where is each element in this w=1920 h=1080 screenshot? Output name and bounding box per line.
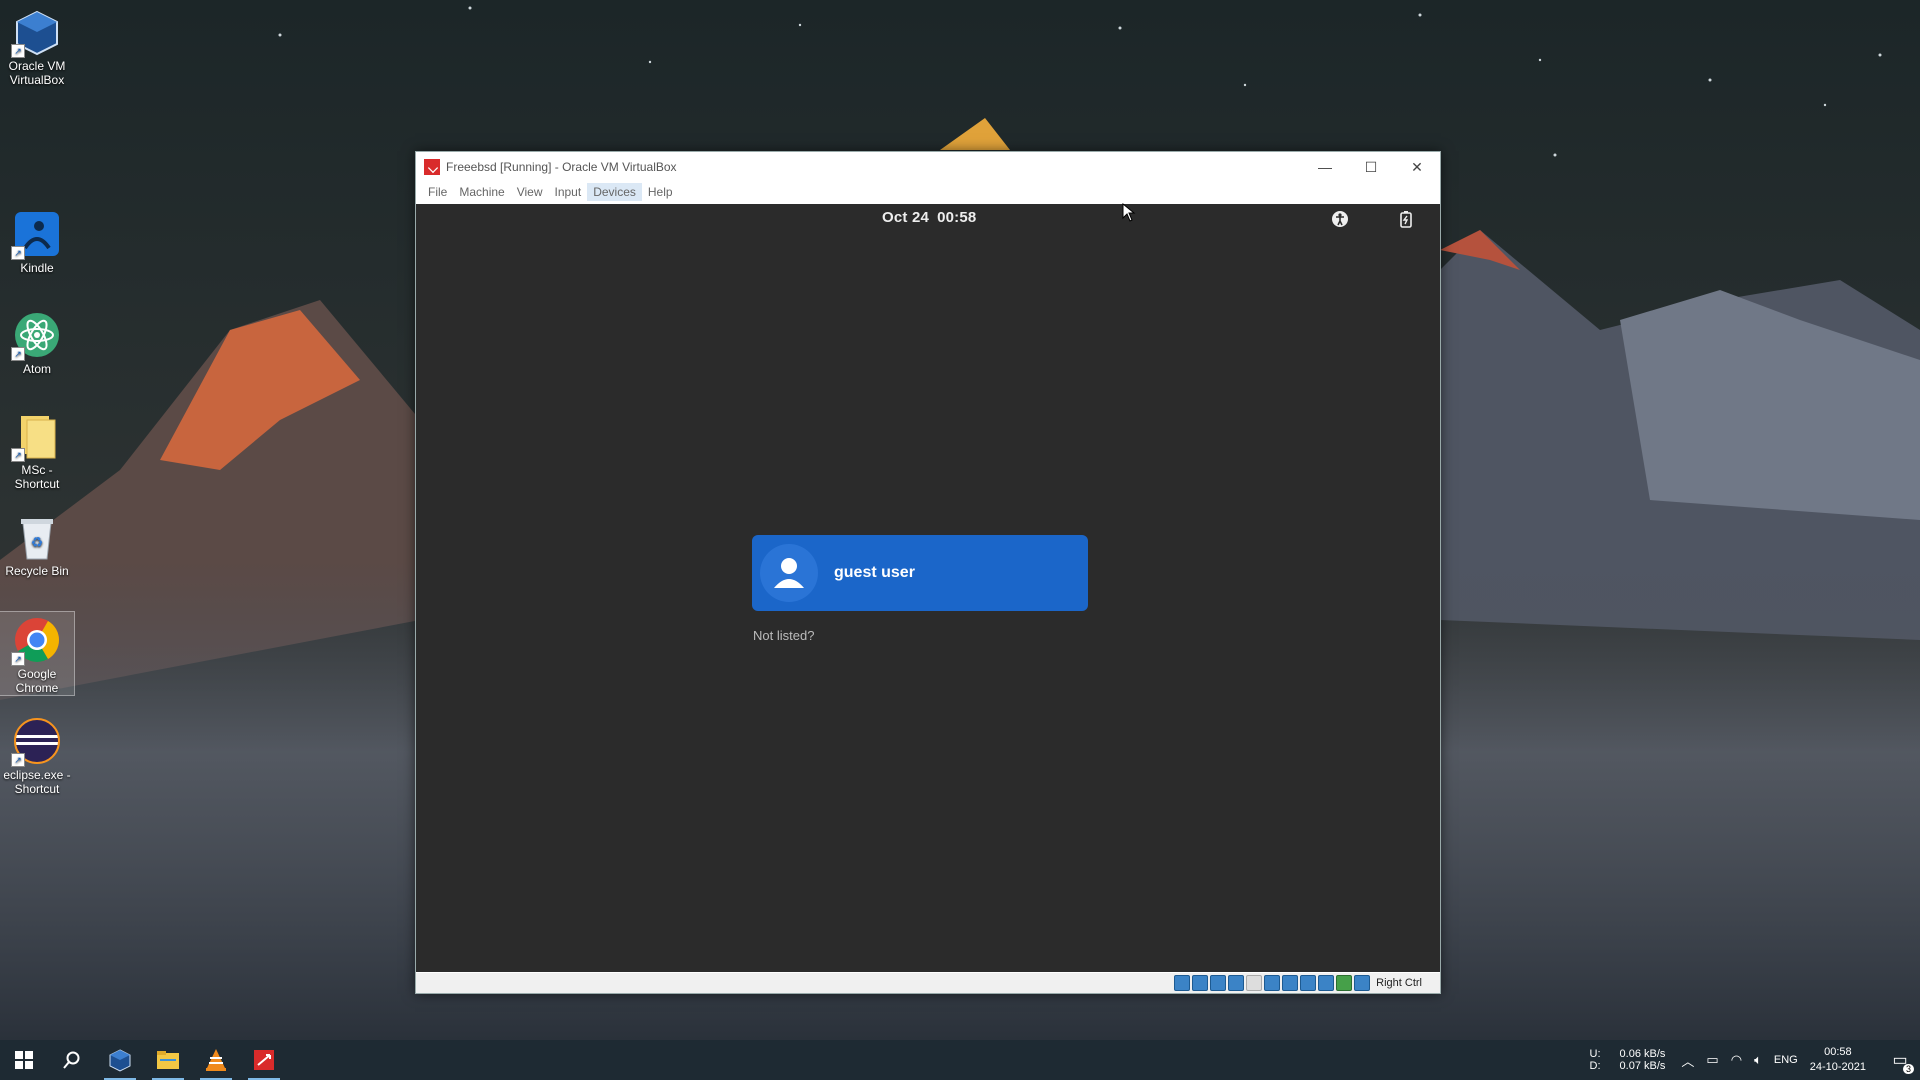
menu-input[interactable]: Input [549, 183, 588, 201]
taskbar: U: 0.06 kB/s D: 0.07 kB/s ︿ ▭ ◠ 🔈︎ ENG 00:… [0, 1040, 1920, 1080]
taskbar-freebsd-vm[interactable] [240, 1040, 288, 1080]
maximize-button[interactable]: ☐ [1348, 152, 1394, 182]
gdm-top-bar: Oct 24 00:58 [416, 204, 1440, 232]
desktop-icon-label: Oracle VM VirtualBox [8, 59, 66, 87]
menu-help[interactable]: Help [642, 183, 679, 201]
gdm-time: 00:58 [937, 209, 977, 226]
file-explorer-icon [157, 1051, 179, 1069]
system-tray: U: 0.06 kB/s D: 0.07 kB/s ︿ ▭ ◠ 🔈︎ ENG 00:… [1590, 1040, 1920, 1080]
menu-machine[interactable]: Machine [453, 183, 510, 201]
hard-disk-icon[interactable] [1174, 975, 1191, 991]
usb-icon[interactable] [1246, 975, 1263, 991]
clock-date: 24-10-2021 [1809, 1061, 1866, 1073]
close-button[interactable]: ✕ [1394, 152, 1440, 182]
desktop-icon-label: Google Chrome [15, 667, 59, 695]
user-icon [774, 558, 804, 588]
shortcut-arrow-icon: ↗ [11, 652, 25, 666]
virtualbox-window[interactable]: Freeebsd [Running] - Oracle VM VirtualBo… [415, 151, 1441, 994]
upload-value: 0.06 kB/s [1619, 1048, 1666, 1060]
guest-display[interactable]: Oct 24 00:58 guest user Not listed? [416, 204, 1440, 972]
shortcut-arrow-icon: ↗ [11, 448, 25, 462]
desktop-icon-atom[interactable]: ↗ Atom [0, 307, 74, 376]
title-bar[interactable]: Freeebsd [Running] - Oracle VM VirtualBo… [416, 152, 1440, 182]
network-icon[interactable] [1228, 975, 1245, 991]
download-value: 0.07 kB/s [1619, 1060, 1666, 1072]
taskbar-vlc[interactable] [192, 1040, 240, 1080]
user-list-item-guest[interactable]: guest user [752, 535, 1088, 611]
desktop-icon-chrome[interactable]: ↗ Google Chrome [0, 611, 75, 696]
taskbar-file-explorer[interactable] [144, 1040, 192, 1080]
shortcut-arrow-icon: ↗ [11, 44, 25, 58]
desktop-icon-kindle[interactable]: ↗ Kindle [0, 206, 74, 275]
user-name: guest user [834, 564, 915, 581]
start-icon [15, 1051, 33, 1069]
not-listed-link[interactable]: Not listed? [753, 628, 814, 643]
desktop-icon-msc-folder[interactable]: ↗ MSc - Shortcut [0, 408, 74, 491]
menu-devices[interactable]: Devices [587, 183, 642, 201]
shortcut-arrow-icon: ↗ [11, 246, 25, 260]
wifi-icon[interactable]: ◠ [1731, 1052, 1742, 1068]
mouse-pointer-icon [1122, 203, 1136, 222]
freebsd-vm-icon [424, 159, 440, 175]
desktop-icon-eclipse[interactable]: ↗ eclipse.exe - Shortcut [0, 713, 74, 796]
desktop-icon-label: eclipse.exe - Shortcut [3, 768, 71, 796]
menu-bar: File Machine View Input Devices Help [416, 182, 1440, 202]
search-icon [63, 1051, 80, 1069]
menu-file[interactable]: File [422, 183, 453, 201]
cpu-icon[interactable] [1318, 975, 1335, 991]
svg-text:♻: ♻ [31, 534, 44, 550]
taskbar-clock[interactable]: 00:58 24-10-2021 [1810, 1045, 1866, 1075]
freebsd-vm-icon [254, 1050, 274, 1070]
desktop-icon-label: Kindle [20, 261, 54, 275]
accessibility-icon[interactable] [1331, 210, 1349, 228]
user-avatar [760, 544, 818, 602]
start-button[interactable] [0, 1040, 48, 1080]
shortcut-arrow-icon: ↗ [11, 347, 25, 361]
chevron-up-icon[interactable]: ︿ [1681, 1051, 1694, 1070]
keyboard-capture-icon[interactable] [1354, 975, 1371, 991]
audio-icon[interactable] [1210, 975, 1227, 991]
display-icon[interactable] [1282, 975, 1299, 991]
notification-count: 3 [1902, 1064, 1914, 1074]
volume-icon[interactable]: 🔈︎ [1754, 1052, 1762, 1068]
vm-status-bar: Right Ctrl [416, 973, 1440, 993]
shortcut-arrow-icon: ↗ [11, 753, 25, 767]
virtualbox-icon [109, 1049, 131, 1072]
language-indicator[interactable]: ENG [1774, 1054, 1798, 1066]
shared-folders-icon[interactable] [1264, 975, 1281, 991]
taskbar-virtualbox[interactable] [96, 1040, 144, 1080]
download-label: D: [1589, 1060, 1601, 1072]
optical-drive-icon[interactable] [1192, 975, 1209, 991]
recording-icon[interactable] [1300, 975, 1317, 991]
vlc-icon [206, 1049, 226, 1071]
upload-label: U: [1589, 1048, 1601, 1060]
battery-icon[interactable]: ▭ [1706, 1052, 1718, 1068]
desktop-icon-recycle-bin[interactable]: ♻ Recycle Bin [0, 509, 74, 578]
window-title: Freeebsd [Running] - Oracle VM VirtualBo… [446, 160, 677, 174]
search-button[interactable] [48, 1040, 96, 1080]
gdm-date: Oct 24 [882, 209, 930, 226]
desktop-icon-label: Atom [22, 362, 51, 376]
desktop-icon-label: MSc - Shortcut [14, 463, 60, 491]
battery-icon[interactable] [1397, 210, 1415, 228]
menu-view[interactable]: View [511, 183, 549, 201]
mouse-integration-icon[interactable] [1336, 975, 1353, 991]
recycle-bin-icon: ♻ [21, 519, 53, 560]
minimize-button[interactable]: — [1302, 152, 1348, 182]
network-speed: U: 0.06 kB/s D: 0.07 kB/s [1590, 1048, 1666, 1072]
desktop-icon-label: Recycle Bin [5, 564, 69, 578]
desktop-icon-virtualbox[interactable]: ↗ Oracle VM VirtualBox [0, 4, 74, 87]
gdm-clock[interactable]: Oct 24 00:58 [882, 209, 976, 226]
host-key-label: Right Ctrl [1376, 977, 1422, 989]
clock-time: 00:58 [1824, 1046, 1852, 1058]
action-center-button[interactable]: ▭ 3 [1880, 1050, 1920, 1074]
